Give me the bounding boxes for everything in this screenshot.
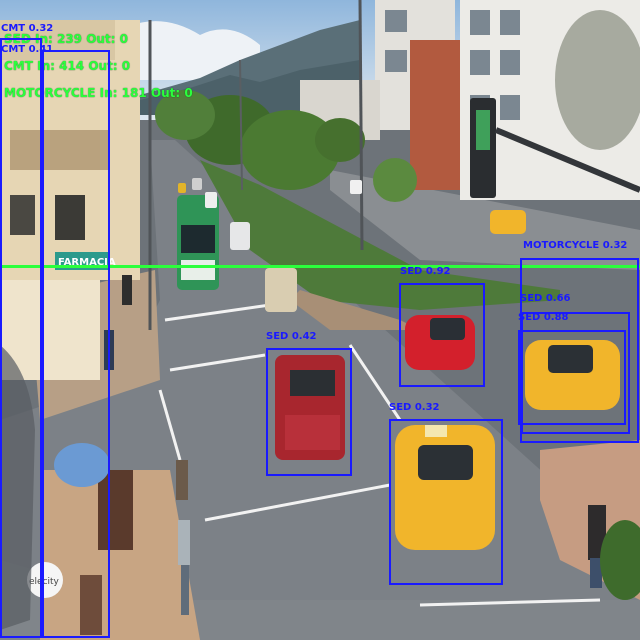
car-white bbox=[230, 222, 250, 250]
detection-label-taxi-right-outer: SED 0.66 bbox=[520, 293, 571, 304]
detection-label-cmt-1: CMT 0.32 bbox=[1, 23, 54, 34]
green-bus bbox=[177, 195, 219, 290]
detection-label-cmt-2: CMT 0.41 bbox=[1, 44, 54, 55]
taxi-far bbox=[490, 210, 526, 234]
detection-label-red-pickup: SED 0.42 bbox=[266, 331, 317, 342]
detection-label-taxi-right-inner: SED 0.88 bbox=[518, 312, 569, 323]
detection-label-motorcycle: MOTORCYCLE 0.32 bbox=[523, 240, 628, 251]
detection-box-taxi-center[interactable] bbox=[389, 419, 503, 585]
detection-box-taxi-right-inner[interactable] bbox=[518, 330, 626, 425]
detection-box-red-pickup[interactable] bbox=[266, 348, 352, 476]
detection-box-cmt-1[interactable] bbox=[0, 38, 42, 638]
detection-label-taxi-center: SED 0.32 bbox=[389, 402, 440, 413]
traffic-light-lamp bbox=[476, 110, 490, 150]
detection-box-red-hatchback[interactable] bbox=[399, 283, 485, 387]
street-pole bbox=[358, 0, 364, 251]
video-frame: FARMACIA elecity SED In: 239 Out: 0 CMT … bbox=[0, 0, 640, 640]
car-beige bbox=[265, 268, 297, 312]
car-side-street bbox=[350, 180, 362, 194]
car-distant bbox=[178, 183, 186, 193]
car-distant bbox=[192, 178, 202, 190]
detection-box-cmt-2[interactable] bbox=[42, 50, 110, 638]
detection-label-red-hatchback: SED 0.92 bbox=[400, 266, 451, 277]
car-distant bbox=[205, 192, 217, 208]
